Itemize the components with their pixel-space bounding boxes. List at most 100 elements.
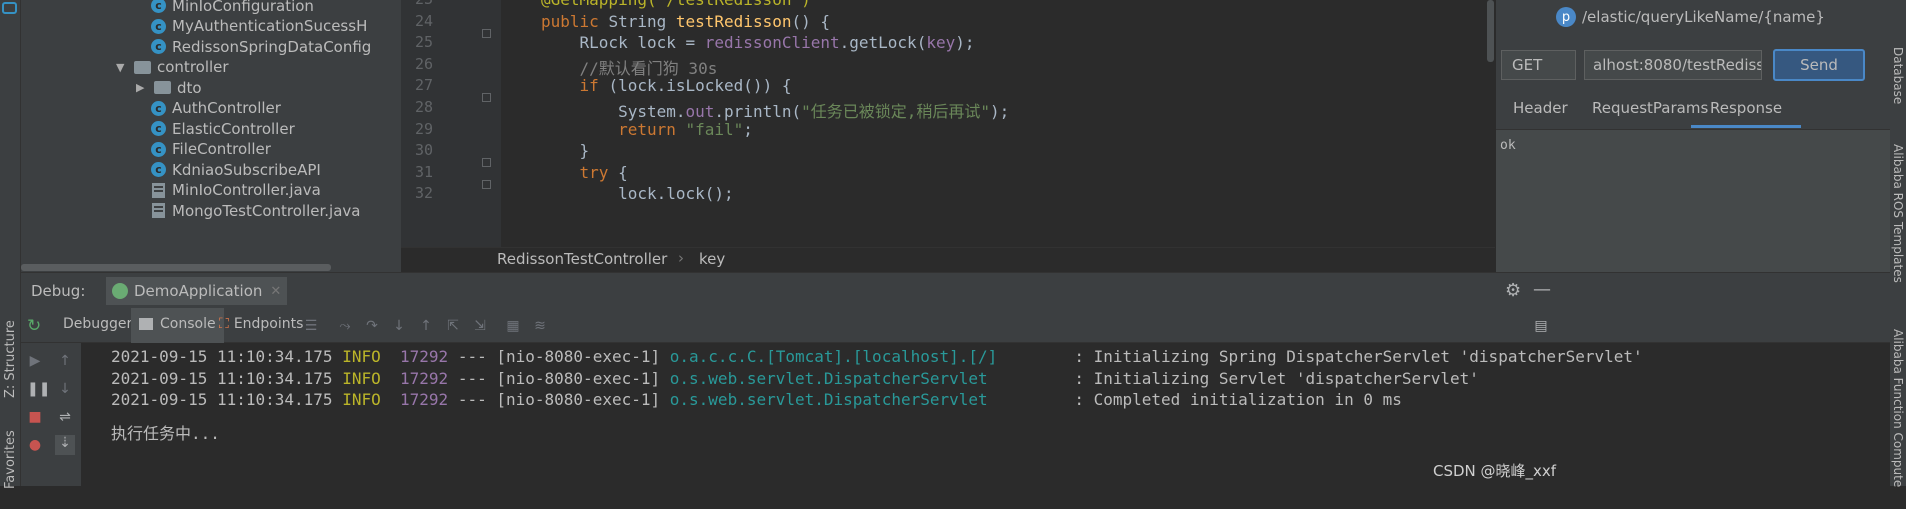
line-number: 24 bbox=[414, 11, 433, 30]
code-token: .println( bbox=[714, 102, 802, 121]
log-pid: 17292 bbox=[400, 347, 449, 366]
tree-item-label: AuthController bbox=[172, 99, 281, 117]
code-token: ; bbox=[743, 119, 753, 139]
debug-session-tab[interactable]: DemoApplication ✕ bbox=[106, 277, 288, 305]
soft-wrap-icon[interactable]: ⇌ bbox=[57, 409, 73, 425]
structure-tool-button[interactable]: Z: Structure bbox=[0, 310, 21, 405]
breadcrumb-class[interactable]: RedissonTestController bbox=[497, 250, 667, 268]
scroll-up-icon[interactable]: ↑ bbox=[57, 353, 73, 369]
favorites-tool-button[interactable]: Favorites bbox=[0, 425, 21, 489]
log-pid: 17292 bbox=[400, 368, 449, 388]
line-number: 28 bbox=[414, 98, 433, 116]
right-tool-strip: Database Alibaba ROS Templates Alibaba F… bbox=[1890, 0, 1906, 487]
layout-icon[interactable]: ▤ bbox=[1533, 318, 1549, 334]
debug-side-bar: ▶ ❚❚ ■ ● ↑ ↓ ⇌ ⇣ bbox=[21, 343, 81, 486]
class-icon: c bbox=[151, 39, 166, 54]
run-to-cursor-icon[interactable]: ⇲ bbox=[472, 318, 488, 334]
code-token: public bbox=[541, 11, 609, 31]
step-into-icon[interactable]: ↓ bbox=[391, 318, 407, 334]
debug-header: Debug: DemoApplication ✕ ⚙ — bbox=[21, 272, 1890, 308]
tree-item-label: RedissonSpringDataConfig bbox=[172, 37, 372, 56]
tab-response[interactable]: Response bbox=[1710, 99, 1782, 117]
line-number: 26 bbox=[414, 54, 433, 73]
code-token: if bbox=[541, 76, 609, 96]
log-msg: : Initializing Servlet 'dispatcherServle… bbox=[1074, 368, 1479, 388]
pause-icon[interactable]: ❚❚ bbox=[27, 381, 50, 397]
tree-item[interactable]: MongoTestController.java bbox=[151, 198, 360, 223]
left-tool-strip: Z: Structure Favorites bbox=[0, 0, 21, 489]
ros-templates-tool-button[interactable]: Alibaba ROS Templates bbox=[1890, 144, 1906, 285]
tab-console[interactable]: Console bbox=[131, 308, 224, 343]
class-icon: c bbox=[151, 141, 166, 157]
editor-gutter: 23 24 25 26 27 28 29 30 31 32 bbox=[401, 0, 501, 247]
fold-marker-icon[interactable] bbox=[482, 93, 491, 103]
collapsed-arrow-icon[interactable]: ▶ bbox=[136, 81, 154, 94]
class-icon: c bbox=[151, 18, 166, 34]
tree-item-label: dto bbox=[177, 78, 202, 97]
breadcrumb-field[interactable]: key bbox=[699, 250, 725, 268]
step-over-icon[interactable]: ↷ bbox=[364, 318, 380, 334]
project-tool-icon[interactable] bbox=[2, 2, 17, 14]
function-compute-tool-button[interactable]: Alibaba Function Compute bbox=[1890, 329, 1906, 487]
code-token: () { bbox=[791, 11, 830, 31]
java-file-icon bbox=[151, 202, 166, 219]
response-text: ok bbox=[1500, 138, 1516, 153]
tab-response-underline bbox=[1691, 125, 1801, 128]
class-icon: c bbox=[151, 121, 166, 136]
log-msg: : Completed initialization in 0 ms bbox=[1074, 390, 1402, 410]
tree-item-label: MinIoConfiguration bbox=[172, 0, 314, 15]
project-scrollbar[interactable] bbox=[21, 264, 331, 271]
step-out-icon[interactable]: ↑ bbox=[418, 318, 434, 334]
menu-icon[interactable]: ☰ bbox=[303, 318, 319, 334]
view-breakpoints-icon[interactable]: ● bbox=[27, 437, 43, 453]
log-ts: 2021-09-15 11:10:34.175 bbox=[111, 368, 333, 388]
tree-item-label: ElasticController bbox=[172, 119, 295, 138]
code-line: if (lock.isLocked()) { bbox=[541, 76, 792, 96]
watermark: CSDN @晓峰_xxf bbox=[1433, 462, 1557, 480]
tab-request-params[interactable]: RequestParams bbox=[1592, 99, 1708, 117]
code-editor[interactable]: @GetMapping("/testRedisson") public Strin… bbox=[501, 0, 1495, 247]
code-line: System.out.println("任务已被锁定,稍后再试"); bbox=[541, 98, 1009, 122]
fold-marker-icon[interactable] bbox=[482, 28, 491, 38]
rerun-icon[interactable]: ↻ bbox=[27, 316, 41, 336]
expanded-arrow-icon[interactable]: ▼ bbox=[116, 61, 134, 74]
debug-label: Debug: bbox=[31, 282, 86, 300]
tab-header[interactable]: Header bbox=[1513, 99, 1568, 117]
resume-icon[interactable]: ▶ bbox=[27, 353, 43, 369]
tree-item-label: MyAuthenticationSucessH bbox=[172, 17, 368, 35]
console-icon bbox=[139, 318, 153, 330]
minimize-icon[interactable]: — bbox=[1533, 279, 1551, 300]
method-select[interactable]: GET bbox=[1501, 50, 1576, 80]
log-level: INFO bbox=[342, 368, 381, 388]
line-number: 30 bbox=[414, 141, 433, 160]
trace-icon[interactable]: ≋ bbox=[532, 318, 548, 334]
database-tool-button[interactable]: Database bbox=[1890, 40, 1906, 110]
drop-frame-icon[interactable]: ⇱ bbox=[445, 318, 461, 334]
close-icon[interactable]: ✕ bbox=[270, 284, 281, 299]
scroll-down-icon[interactable]: ↓ bbox=[57, 381, 73, 397]
log-thread: [nio-8080-exec-1] bbox=[496, 347, 661, 366]
log-ts: 2021-09-15 11:10:34.175 bbox=[111, 390, 333, 410]
tab-endpoints[interactable]: ⛶ Endpoints bbox=[219, 316, 303, 332]
show-execution-point-icon[interactable]: ⤳ bbox=[337, 318, 353, 334]
editor-scrollbar[interactable] bbox=[1487, 0, 1494, 62]
gear-icon[interactable]: ⚙ bbox=[1505, 280, 1521, 301]
scroll-to-end-icon[interactable]: ⇣ bbox=[55, 435, 75, 455]
code-token: lock.lock(); bbox=[541, 184, 734, 204]
log-logger: o.a.c.c.C.[Tomcat].[localhost].[/] bbox=[669, 347, 1056, 366]
url-input[interactable]: alhost:8080/testRedisson bbox=[1584, 50, 1762, 80]
database-label: Database bbox=[1891, 47, 1905, 105]
console-output[interactable]: 2021-09-15 11:10:34.175 INFO 17292 --- [… bbox=[81, 343, 1890, 486]
tab-debugger[interactable]: Debugger bbox=[63, 316, 132, 332]
tree-item-label: MongoTestController.java bbox=[172, 201, 361, 220]
debug-toolbar: ↻ Debugger Console ⛶ Endpoints ☰ ⤳ ↷ ↓ ↑… bbox=[21, 308, 1890, 343]
stop-icon[interactable]: ■ bbox=[27, 409, 43, 425]
code-token: (lock.isLocked()) { bbox=[608, 76, 792, 96]
evaluate-icon[interactable]: ▦ bbox=[505, 318, 521, 334]
runnable-class-icon: c bbox=[151, 162, 166, 177]
code-token: try bbox=[541, 162, 619, 182]
endpoint-row[interactable]: p /elastic/queryLikeName/{name} bbox=[1556, 6, 1825, 28]
send-button[interactable]: Send bbox=[1773, 49, 1865, 81]
fold-marker-icon[interactable] bbox=[482, 179, 491, 189]
fold-marker-icon[interactable] bbox=[482, 158, 491, 168]
